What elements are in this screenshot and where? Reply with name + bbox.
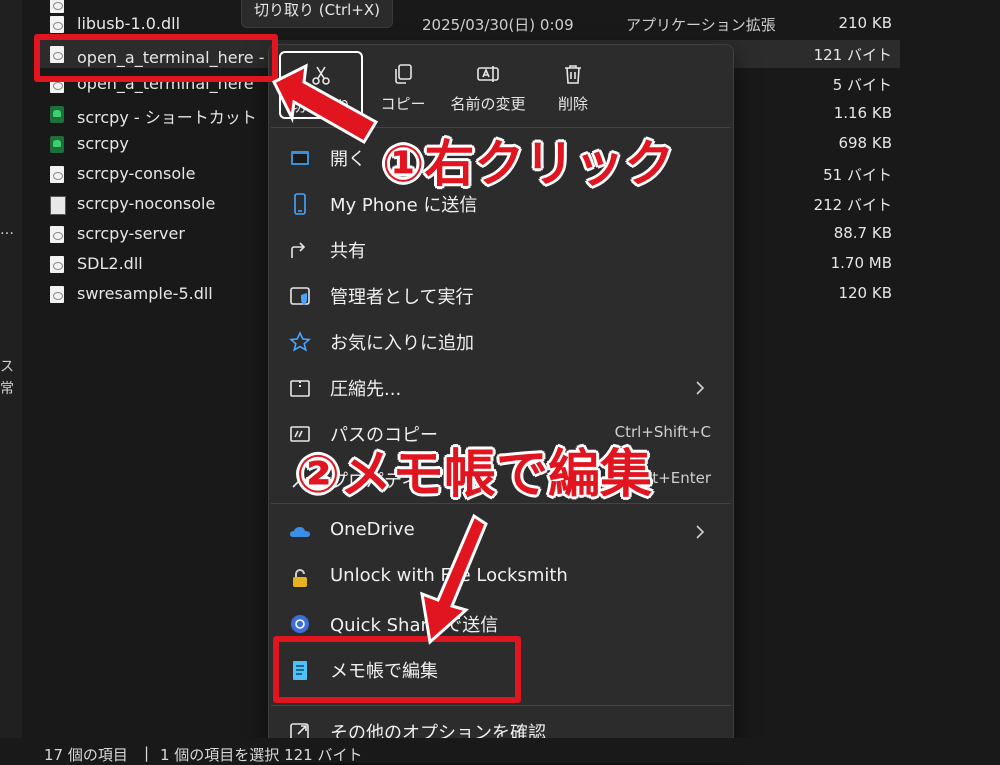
app-file-icon	[50, 106, 64, 123]
chevron-right-icon	[696, 525, 705, 539]
file-size: 212 バイト	[813, 196, 892, 214]
menu-item-shield[interactable]: 管理者として実行	[273, 275, 729, 315]
nav-pane-fragment-3: 常	[0, 381, 14, 397]
file-icon	[50, 226, 64, 243]
selection-info: 1 個の項目を選択 121 バイト	[160, 746, 363, 764]
menu-item-label: お気に入りに追加	[330, 333, 474, 354]
phone-icon	[294, 193, 306, 215]
file-size: 51 バイト	[823, 166, 892, 184]
file-type: アプリケーション拡張	[626, 16, 776, 34]
file-icon	[50, 286, 64, 303]
file-size: 121 バイト	[813, 46, 892, 64]
file-name: scrcpy - ショートカット	[77, 108, 257, 127]
file-name: scrcpy-noconsole	[77, 194, 216, 213]
arrow-to-notepad	[420, 513, 488, 645]
file-size: 210 KB	[838, 14, 892, 32]
zip-icon	[290, 380, 310, 397]
file-name: scrcpy-server	[77, 224, 185, 243]
nav-pane-fragment-2: ス	[0, 359, 14, 375]
chevron-right-icon	[696, 381, 705, 395]
file-size: 120 KB	[838, 284, 892, 302]
menu-separator	[271, 705, 731, 706]
status-bar: 17 個の項目 | 1 個の項目を選択 121 バイト	[0, 738, 1000, 764]
rename-label: 名前の変更	[450, 95, 526, 113]
file-date: 2025/03/30(日) 0:09	[422, 16, 574, 34]
app-file-icon	[50, 136, 64, 153]
menu-item-zip[interactable]: 圧縮先...	[273, 367, 729, 407]
shield-icon	[290, 287, 310, 305]
file-size: 1.70 MB	[830, 254, 892, 272]
step2-annotation: ②メモ帳で編集	[296, 445, 653, 505]
item-count: 17 個の項目	[44, 746, 128, 764]
file-name: swresample-5.dll	[77, 284, 213, 303]
menu-item-lock[interactable]: Unlock with File Locksmith	[273, 557, 729, 597]
share-icon	[291, 242, 306, 258]
trash-icon	[565, 65, 581, 84]
file-icon	[50, 166, 64, 183]
file-size: 5 バイト	[832, 76, 892, 94]
file-size: 698 KB	[838, 134, 892, 152]
rename-icon	[477, 66, 499, 82]
file-icon	[50, 16, 64, 33]
delete-label: 削除	[557, 95, 588, 113]
copy-icon	[395, 64, 412, 84]
cut-tooltip: 切り取り (Ctrl+X)	[241, 0, 394, 28]
file-size: 1.16 KB	[833, 104, 892, 122]
quickshare-icon	[291, 615, 309, 633]
file-icon	[50, 256, 64, 273]
rename-button[interactable]: 名前の変更	[446, 51, 530, 119]
star-icon	[289, 331, 311, 352]
file-name: scrcpy-console	[77, 164, 196, 183]
selected-file-highlight	[34, 34, 278, 82]
status-divider: |	[144, 744, 150, 762]
arrow-to-file	[271, 63, 379, 145]
menu-item-label: 管理者として実行	[330, 287, 474, 308]
delete-button[interactable]: 削除	[531, 51, 615, 119]
menu-item-onedrive[interactable]: OneDrive	[273, 511, 729, 551]
lock-icon	[293, 569, 307, 587]
file-name: SDL2.dll	[77, 254, 143, 273]
step1-annotation: ①右クリック	[382, 135, 675, 193]
onedrive-icon	[290, 527, 310, 537]
file-name: scrcpy	[77, 134, 129, 153]
menu-item-star[interactable]: お気に入りに追加	[273, 321, 729, 361]
nav-pane-fragment-1: …	[0, 222, 14, 238]
file-size: 88.7 KB	[833, 224, 892, 242]
file-name: libusb-1.0.dll	[77, 14, 181, 33]
menu-item-label: 共有	[330, 241, 366, 262]
file-icon	[50, 196, 66, 215]
menu-item-label: 圧縮先...	[330, 379, 402, 400]
menu-item-share[interactable]: 共有	[273, 229, 729, 269]
